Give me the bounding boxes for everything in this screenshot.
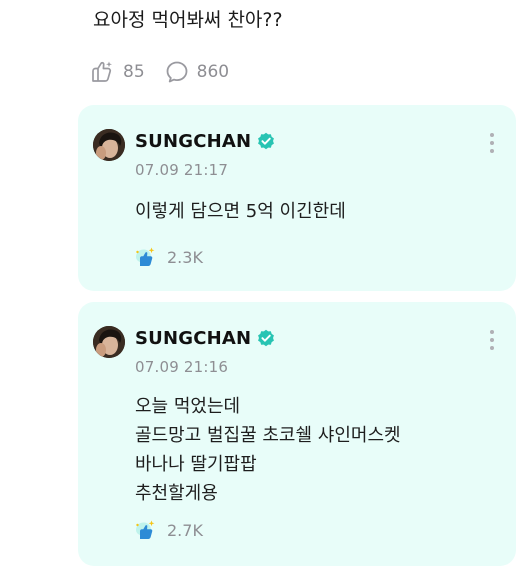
author: SUNGCHAN (135, 326, 275, 350)
author-name: SUNGCHAN (135, 130, 252, 152)
reply-like-count: 2.7K (167, 520, 203, 540)
author-name: SUNGCHAN (135, 327, 252, 349)
timestamp: 07.09 21:16 (135, 358, 229, 376)
fan-post-stats: 85 860 (89, 60, 229, 84)
fan-like-count: 85 (123, 62, 145, 82)
artist-reply-card: SUNGCHAN 07.09 21:17 이렇게 담으면 5억 이긴한데 2.3… (78, 105, 516, 291)
reply-body: 오늘 먹었는데 골드망고 벌집꿀 초코쉘 샤인머스켓 바나나 딸기팝팝 추천할게… (135, 392, 401, 508)
reply-body-line: 골드망고 벌집꿀 초코쉘 샤인머스켓 (135, 425, 401, 446)
reply-like-button[interactable]: 2.3K (133, 244, 203, 270)
reply-body-line: 오늘 먹었는데 (135, 396, 241, 417)
reply-like-button[interactable]: 2.7K (133, 517, 203, 543)
reply-body-line: 바나나 딸기팝팝 (135, 454, 257, 475)
colored-like-icon (136, 247, 155, 266)
avatar[interactable] (93, 129, 125, 161)
speech-bubble-icon (166, 61, 188, 83)
verified-badge-icon (258, 329, 275, 347)
fan-comment-button[interactable]: 860 (165, 60, 229, 84)
fan-post: 요아정 먹어봐써 찬아?? 85 860 (0, 0, 531, 100)
avatar[interactable] (93, 326, 125, 358)
reply-like-count: 2.3K (167, 247, 203, 267)
reply-body-line: 추천할게용 (135, 483, 218, 504)
artist-reply-card: SUNGCHAN 07.09 21:16 오늘 먹었는데 골드망고 벌집꿀 초코… (78, 302, 516, 566)
reply-body: 이렇게 담으면 5억 이긴한데 (135, 197, 346, 226)
sparkle-hand-like-icon (92, 61, 112, 82)
more-vertical-icon[interactable] (482, 328, 502, 352)
more-vertical-icon[interactable] (482, 131, 502, 155)
reply-body-line: 이렇게 담으면 5억 이긴한데 (135, 201, 346, 222)
verified-badge-icon (258, 132, 275, 150)
fan-comment-count: 860 (196, 62, 230, 82)
author: SUNGCHAN (135, 129, 275, 153)
fan-post-text: 요아정 먹어봐써 찬아?? (93, 9, 283, 31)
colored-like-icon (136, 520, 155, 539)
fan-like-button[interactable]: 85 (89, 60, 145, 84)
timestamp: 07.09 21:17 (135, 161, 229, 179)
